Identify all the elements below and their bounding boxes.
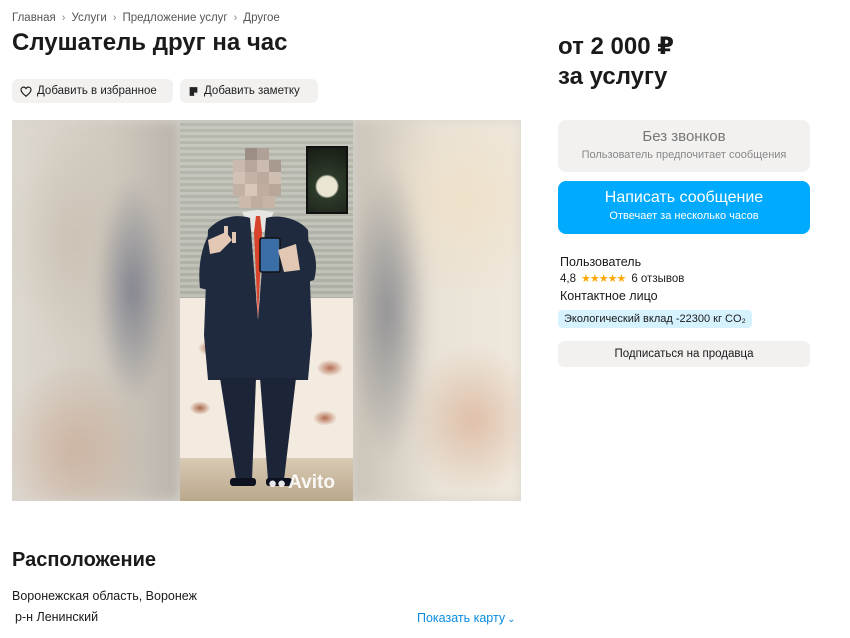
breadcrumb-home[interactable]: Главная xyxy=(12,12,56,24)
price-unit: за услугу xyxy=(558,63,668,90)
avito-logo-icon: ●● xyxy=(268,475,287,492)
write-message-label: Написать сообщение xyxy=(604,189,764,206)
add-to-favorites-button[interactable]: Добавить в избранное xyxy=(12,79,173,103)
breadcrumb-service-offers[interactable]: Предложение услуг xyxy=(123,12,228,24)
add-note-button[interactable]: Добавить заметку xyxy=(180,79,318,103)
price-block: от 2 000 ₽ за услугу xyxy=(558,32,674,92)
seller-role: Контактное лицо xyxy=(560,289,658,303)
photo-blurred-background-right xyxy=(353,120,521,501)
eco-contribution-badge[interactable]: Экологический вклад -22300 кг CO₂ xyxy=(558,310,752,328)
breadcrumb-separator: › xyxy=(233,12,238,24)
listing-title: Слушатель друг на час xyxy=(12,29,288,56)
avito-watermark-text: Avito xyxy=(288,472,335,493)
show-map-link[interactable]: Показать карту ⌄ xyxy=(417,611,516,625)
chevron-down-icon: ⌄ xyxy=(507,614,516,625)
seller-rating: 4,8 ★★★★★ 6 отзывов xyxy=(560,272,684,286)
add-note-label: Добавить заметку xyxy=(204,85,300,97)
breadcrumb-separator: › xyxy=(112,12,117,24)
no-calls-notice: Без звонков Пользователь предпочитает со… xyxy=(558,120,810,172)
no-calls-title: Без звонков xyxy=(642,128,726,145)
heart-icon xyxy=(20,86,32,97)
breadcrumb-other[interactable]: Другое xyxy=(243,12,280,24)
listing-photo[interactable]: ●● Avito xyxy=(12,120,521,501)
no-calls-subtitle: Пользователь предпочитает сообщения xyxy=(581,149,787,161)
add-to-favorites-label: Добавить в избранное xyxy=(37,85,157,97)
person-figure xyxy=(199,148,317,486)
photo-blurred-background-left xyxy=(12,120,180,501)
show-map-label: Показать карту xyxy=(417,611,506,625)
response-time-label: Отвечает за несколько часов xyxy=(609,210,759,222)
rating-value: 4,8 xyxy=(560,272,576,285)
reviews-link[interactable]: 6 отзывов xyxy=(631,273,684,285)
breadcrumb: Главная › Услуги › Предложение услуг › Д… xyxy=(12,12,280,24)
write-message-button[interactable]: Написать сообщение Отвечает за несколько… xyxy=(558,181,810,234)
note-icon xyxy=(189,86,198,96)
rating-stars: ★★★★★ xyxy=(581,273,626,285)
subscribe-to-seller-button[interactable]: Подписаться на продавца xyxy=(558,341,810,367)
avito-watermark: ●● Avito xyxy=(268,472,335,494)
breadcrumb-services[interactable]: Услуги xyxy=(71,12,106,24)
location-heading: Расположение xyxy=(12,549,157,571)
seller-name-link[interactable]: Пользователь xyxy=(560,255,641,269)
price-value: от 2 000 ₽ xyxy=(558,33,674,60)
photo-main-image xyxy=(180,120,353,501)
location-address: Воронежская область, Воронеж xyxy=(12,589,197,603)
location-district: р-н Ленинский xyxy=(15,610,99,624)
breadcrumb-separator: › xyxy=(61,12,66,24)
